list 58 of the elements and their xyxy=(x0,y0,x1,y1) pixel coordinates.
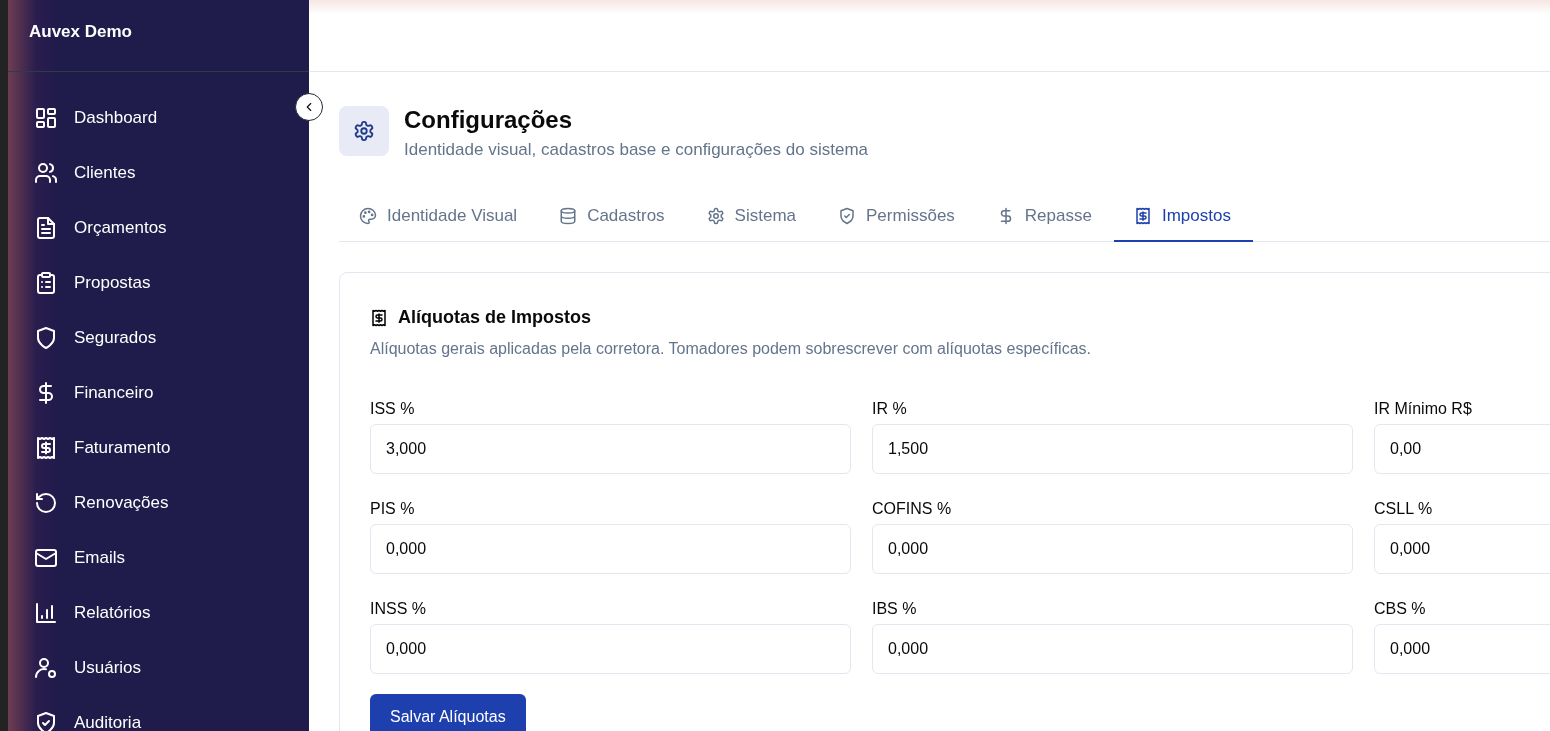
clipboard-icon xyxy=(34,270,58,295)
tab[interactable]: Identidade Visual xyxy=(339,192,540,242)
page-title: Configurações xyxy=(404,106,574,134)
tab[interactable]: Cadastros xyxy=(539,192,687,242)
sidebar-item[interactable]: Segurados xyxy=(8,310,288,365)
receipt-icon xyxy=(370,308,388,327)
shield-check-icon xyxy=(34,710,58,731)
field-label: ISS % xyxy=(370,400,416,418)
field-label: INSS % xyxy=(370,600,427,618)
field-label: PIS % xyxy=(370,500,416,518)
rotate-icon xyxy=(34,490,58,515)
sidebar-item[interactable]: Faturamento xyxy=(8,420,288,475)
input-field[interactable]: 1,500 xyxy=(872,424,1353,474)
input-field[interactable]: 0,000 xyxy=(370,624,851,674)
sidebar-item[interactable]: Propostas xyxy=(8,255,288,310)
user-gear-icon xyxy=(34,655,58,680)
database-icon xyxy=(559,207,578,225)
input-field[interactable]: 0,000 xyxy=(1374,624,1550,674)
sidebar-item[interactable]: Relatórios xyxy=(8,585,288,640)
grid-icon xyxy=(34,105,58,130)
settings-icon xyxy=(353,120,375,142)
bar-chart-icon xyxy=(34,600,58,625)
tab[interactable]: Permissões xyxy=(818,192,977,242)
input-field[interactable]: 0,00 xyxy=(1374,424,1550,474)
field-label: IR % xyxy=(872,400,908,418)
shield-check-icon xyxy=(838,207,857,225)
sidebar-item[interactable]: Dashboard xyxy=(8,90,288,145)
document-icon xyxy=(34,215,58,240)
sidebar-item[interactable]: Usuários xyxy=(8,640,288,695)
palette-icon xyxy=(359,207,377,225)
card-title: Alíquotas de Impostos xyxy=(398,307,592,328)
sidebar-item[interactable]: Clientes xyxy=(8,145,288,200)
receipt-icon xyxy=(1133,207,1152,225)
users-icon xyxy=(34,160,58,185)
field-label: CBS % xyxy=(1374,600,1427,618)
card-description: Alíquotas gerais aplicadas pela corretora. Tomadores podem sobrescrever com alíquotas específicas. xyxy=(370,340,1092,358)
tab[interactable]: Impostos xyxy=(1113,192,1253,242)
gear-icon xyxy=(706,207,725,225)
tab[interactable]: Repasse xyxy=(976,192,1114,242)
field-label: IBS % xyxy=(872,600,918,618)
field-label: CSLL % xyxy=(1374,500,1434,518)
input-field[interactable]: 0,000 xyxy=(370,524,851,574)
field-label: IR Mínimo R$ xyxy=(1374,400,1473,418)
field-label: COFINS % xyxy=(872,500,953,518)
tab[interactable]: Sistema xyxy=(686,192,819,242)
receipt-icon xyxy=(34,435,58,460)
page-subtitle: Identidade visual, cadastros base e configurações do sistema xyxy=(404,140,868,160)
input-field[interactable]: 3,000 xyxy=(370,424,851,474)
sidebar-item[interactable]: Emails xyxy=(8,530,288,585)
sidebar-item[interactable]: Auditoria xyxy=(8,695,288,731)
input-field[interactable]: 0,000 xyxy=(872,624,1353,674)
shield-icon xyxy=(34,325,58,350)
sidebar-item[interactable]: Renovações xyxy=(8,475,288,530)
sidebar-item[interactable]: Orçamentos xyxy=(8,200,288,255)
save-button[interactable]: Salvar Alíquotas xyxy=(370,694,526,731)
sidebar-item[interactable]: Financeiro xyxy=(8,365,288,420)
input-field[interactable]: 0,000 xyxy=(872,524,1353,574)
input-field[interactable]: 0,000 xyxy=(1374,524,1550,574)
